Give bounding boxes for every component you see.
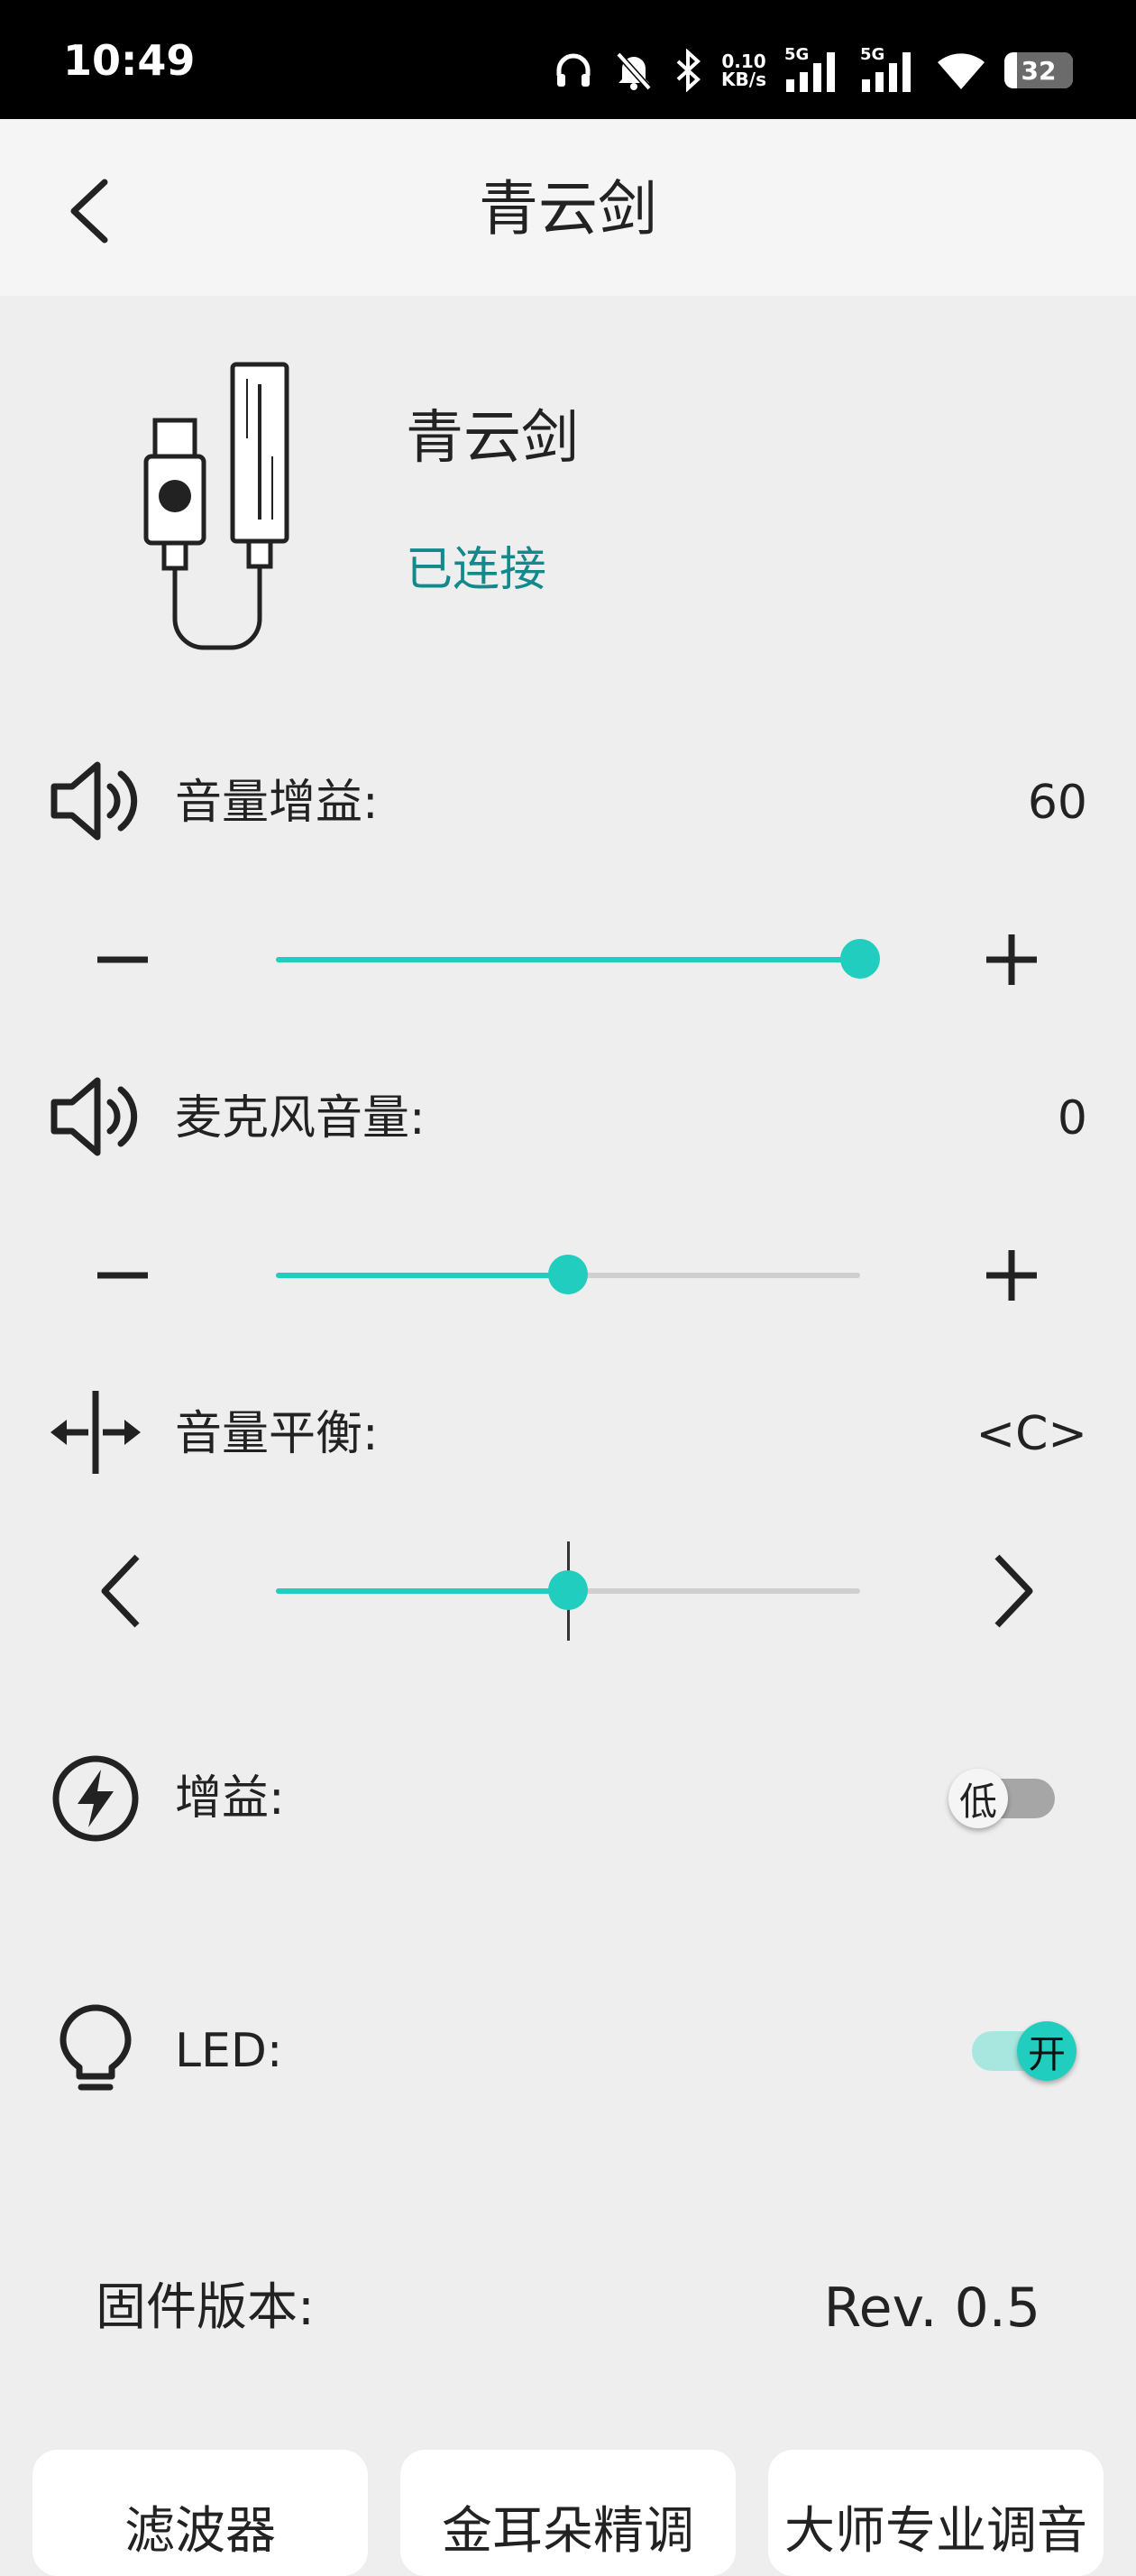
speaker-icon <box>50 761 138 841</box>
mic-volume-decrease-button[interactable] <box>94 1247 151 1304</box>
status-time: 10:49 <box>63 36 196 85</box>
led-toggle-knob[interactable]: 开 <box>1017 2021 1076 2081</box>
led-label: LED: <box>175 2024 283 2078</box>
filter-tab[interactable]: 滤波器 <box>32 2450 368 2576</box>
volume-gain-slider[interactable] <box>276 939 880 979</box>
net-speed-unit: KB/s <box>721 69 766 90</box>
volume-gain-increase-button[interactable] <box>983 931 1040 989</box>
led-toggle[interactable]: 开 <box>972 2021 1076 2081</box>
volume-gain-label: 音量增益: <box>175 776 379 830</box>
signal-strength-2: 5G <box>860 45 918 94</box>
bell-muted-icon <box>616 51 652 91</box>
signal-bars-icon <box>862 52 911 92</box>
app-header: 青云剑 <box>0 119 1136 296</box>
gain-toggle-knob[interactable]: 低 <box>948 1769 1008 1828</box>
device-image <box>143 362 289 650</box>
filter-tab-label: 滤波器 <box>124 2502 276 2561</box>
lightning-icon <box>52 1755 139 1842</box>
slider-fill <box>276 957 860 962</box>
battery-level: 32 <box>1021 55 1057 86</box>
battery-indicator: 32 <box>1004 52 1073 88</box>
volume-gain-value: 60 <box>1027 776 1087 830</box>
firmware-label: 固件版本: <box>96 2278 315 2337</box>
mic-volume-value: 0 <box>1057 1091 1087 1145</box>
master-tuning-tab-label: 大师专业调音 <box>784 2502 1087 2561</box>
signal-bars-icon <box>786 52 835 92</box>
page-title: 青云剑 <box>479 174 657 244</box>
headphones-icon <box>556 53 591 87</box>
signal-strength-1: 5G <box>784 45 842 94</box>
status-bar: 10:49 0.10 KB/s 5G 5G 32 <box>0 0 1136 119</box>
balance-left-button[interactable] <box>94 1551 151 1631</box>
golden-ear-tuning-tab[interactable]: 金耳朵精调 <box>400 2450 736 2576</box>
network-speed: 0.10 KB/s <box>721 52 766 88</box>
slider-thumb[interactable] <box>548 1570 588 1610</box>
status-icons: 0.10 KB/s 5G 5G 32 <box>552 41 1073 99</box>
slider-thumb[interactable] <box>840 939 880 979</box>
gain-label: 增益: <box>175 1771 285 1826</box>
volume-gain-decrease-button[interactable] <box>94 931 151 989</box>
mic-volume-increase-button[interactable] <box>983 1247 1040 1304</box>
master-tuning-tab[interactable]: 大师专业调音 <box>768 2450 1104 2576</box>
device-name: 青云剑 <box>406 405 579 472</box>
wifi-icon <box>938 53 985 89</box>
microphone-volume-icon <box>50 1077 138 1156</box>
bluetooth-icon <box>676 49 701 92</box>
mic-volume-slider[interactable] <box>276 1255 860 1294</box>
connection-status: 已连接 <box>406 543 547 597</box>
net-speed-value: 0.10 <box>721 51 766 72</box>
balance-label: 音量平衡: <box>175 1407 379 1461</box>
balance-right-button[interactable] <box>983 1551 1040 1631</box>
slider-thumb[interactable] <box>548 1255 588 1294</box>
gain-toggle[interactable]: 低 <box>948 1769 1055 1828</box>
balance-slider[interactable] <box>276 1541 860 1641</box>
mic-volume-label: 麦克风音量: <box>175 1091 426 1145</box>
balance-value: <C> <box>976 1407 1087 1461</box>
lightbulb-icon <box>60 2004 132 2091</box>
slider-fill <box>276 1588 568 1594</box>
golden-ear-tab-label: 金耳朵精调 <box>442 2502 694 2561</box>
slider-fill <box>276 1273 568 1278</box>
firmware-value: Rev. 0.5 <box>823 2277 1040 2340</box>
balance-icon <box>50 1391 141 1474</box>
